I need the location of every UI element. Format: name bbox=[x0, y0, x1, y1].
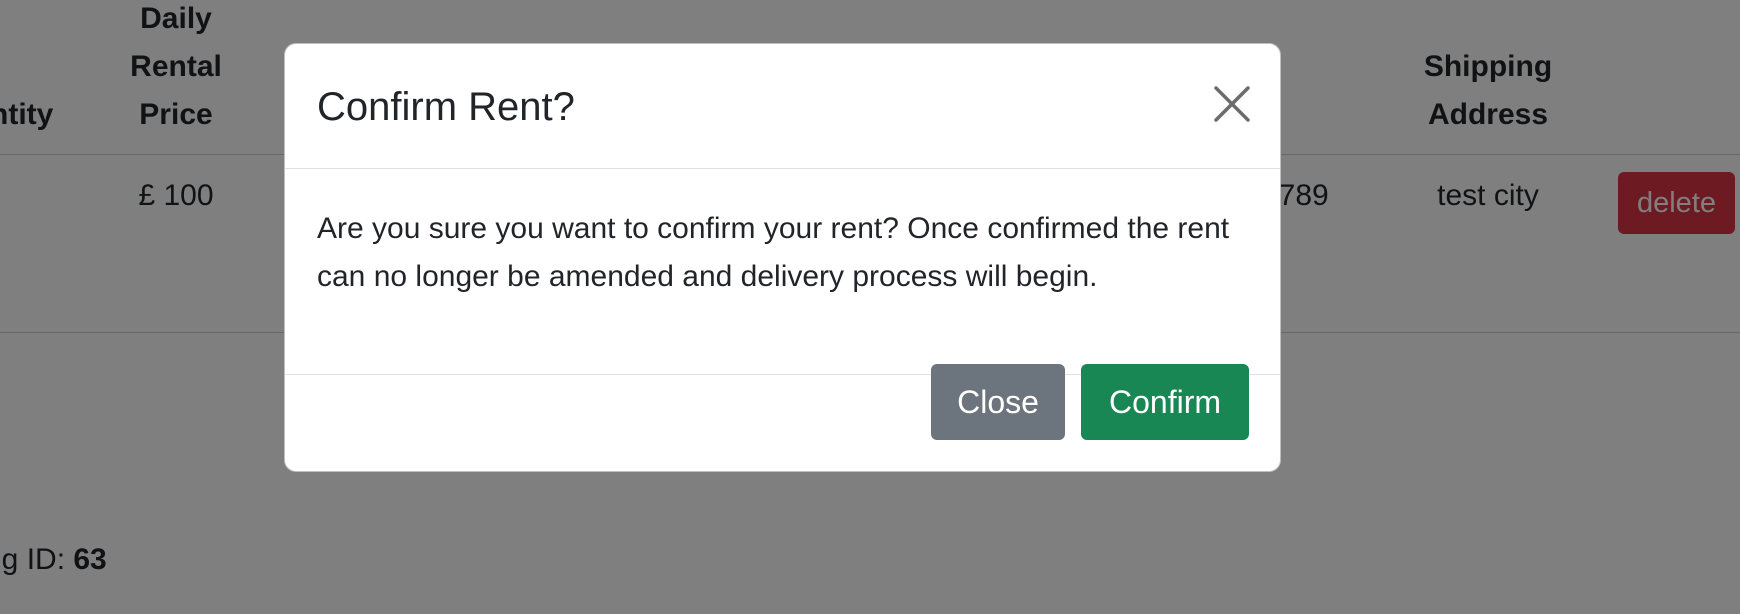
close-icon[interactable] bbox=[1212, 84, 1252, 124]
modal-title: Confirm Rent? bbox=[317, 85, 575, 129]
confirm-rent-modal: Confirm Rent? Are you sure you want to c… bbox=[284, 43, 1281, 472]
modal-body: Are you sure you want to confirm your re… bbox=[285, 169, 1280, 375]
confirm-button[interactable]: Confirm bbox=[1081, 364, 1249, 440]
close-x-glyph bbox=[1214, 86, 1250, 122]
modal-message: Are you sure you want to confirm your re… bbox=[317, 212, 1230, 293]
modal-header: Confirm Rent? bbox=[285, 44, 1280, 169]
close-button[interactable]: Close bbox=[931, 364, 1065, 440]
